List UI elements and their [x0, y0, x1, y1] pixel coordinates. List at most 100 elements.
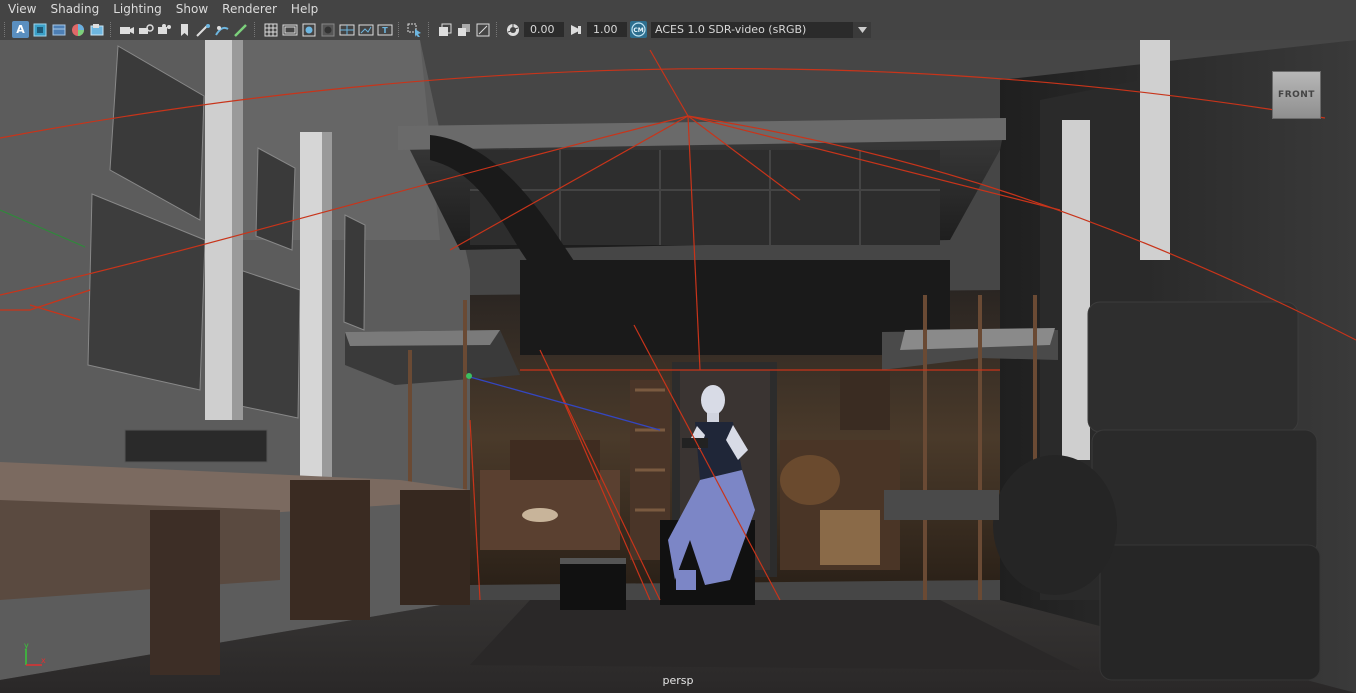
- table-leg: [290, 480, 370, 620]
- view-cube-face-label: FRONT: [1278, 90, 1315, 100]
- copy-viewport-button[interactable]: [455, 21, 472, 38]
- safe-action-icon: [358, 24, 373, 35]
- view-cube[interactable]: FRONT: [1272, 71, 1321, 119]
- menu-help[interactable]: Help: [284, 0, 325, 19]
- camera-attributes-icon: [33, 23, 46, 36]
- color-management-toggle[interactable]: CM: [630, 21, 647, 38]
- camera-view-button[interactable]: [118, 21, 135, 38]
- table-box: [124, 429, 268, 463]
- table-leg: [400, 490, 470, 605]
- camera-gate-icon: [157, 23, 171, 34]
- storage-case: [1087, 301, 1299, 433]
- menu-view[interactable]: View: [0, 0, 43, 19]
- film-gate-icon: [282, 24, 297, 35]
- menu-shading[interactable]: Shading: [43, 0, 106, 19]
- image-plane-button[interactable]: [69, 21, 86, 38]
- storage-case: [1099, 544, 1321, 681]
- gate-mask-icon: [321, 23, 334, 36]
- bookmark-flag-icon: [180, 23, 188, 36]
- color-management-icon: CM: [631, 22, 646, 37]
- 2d-pan-zoom-button[interactable]: [88, 21, 105, 38]
- copy-icon: [457, 23, 470, 36]
- storage-case: [1091, 429, 1318, 556]
- resolution-gate-button[interactable]: [300, 21, 317, 38]
- resolution-gate-camera-button[interactable]: [156, 21, 173, 38]
- view-transform-value: ACES 1.0 SDR-video (sRGB): [655, 22, 807, 36]
- film-gate-button[interactable]: [281, 21, 298, 38]
- paint-tool-button[interactable]: [232, 21, 249, 38]
- maya-viewport-window: View Shading Lighting Show Renderer Help…: [0, 0, 1356, 693]
- exposure-field[interactable]: 0.00: [524, 22, 564, 37]
- frame-selection-button[interactable]: [474, 21, 491, 38]
- film-camera-icon: [119, 26, 134, 34]
- menu-lighting[interactable]: Lighting: [106, 0, 169, 19]
- xray-selection-button[interactable]: [406, 21, 423, 38]
- scene-render: [0, 40, 1356, 693]
- image-plane-icon: [71, 23, 84, 36]
- camera-attributes-button[interactable]: [31, 21, 48, 38]
- camera-name-label: persp: [662, 674, 694, 687]
- stool: [560, 558, 626, 610]
- pillar: [1140, 40, 1170, 260]
- toolbar-separator: [110, 22, 113, 37]
- isolate-select-button[interactable]: [194, 21, 211, 38]
- chevron-down-icon: [853, 21, 871, 38]
- light-locator: [466, 373, 472, 379]
- camera-lock-icon: [138, 23, 154, 34]
- axis-y-label: y: [24, 641, 29, 650]
- layout-split-icon: [438, 23, 451, 36]
- 2d-pan-zoom-icon: [90, 23, 103, 35]
- viewport-layout-button[interactable]: [436, 21, 453, 38]
- select-cursor-icon: [407, 23, 421, 37]
- gate-mask-button[interactable]: [319, 21, 336, 38]
- bookmarks-button[interactable]: [50, 21, 67, 38]
- menu-renderer[interactable]: Renderer: [215, 0, 284, 19]
- stool-top: [560, 558, 626, 564]
- safe-title-letter: T: [382, 26, 388, 35]
- field-chart-icon: [339, 24, 354, 35]
- select-camera-button[interactable]: A: [12, 21, 29, 38]
- safe-title-button[interactable]: T: [376, 21, 393, 38]
- toolbar-separator: [496, 22, 499, 37]
- toolbar-separator: [4, 22, 7, 37]
- safe-action-button[interactable]: [357, 21, 374, 38]
- exposure-button[interactable]: [504, 21, 521, 38]
- bookmarks-icon: [52, 24, 65, 35]
- motion-trail-icon: [214, 25, 229, 36]
- toolbar-separator: [398, 22, 401, 37]
- menu-show[interactable]: Show: [169, 0, 215, 19]
- table-leg: [150, 510, 220, 675]
- motion-trail-button[interactable]: [213, 21, 230, 38]
- 3d-viewport[interactable]: FRONT y x persp: [0, 40, 1356, 693]
- paint-brush-icon: [233, 23, 247, 37]
- safe-title-icon: T: [377, 24, 392, 35]
- bunk-shelf-left-top: [345, 330, 500, 346]
- gamma-icon: [570, 24, 581, 35]
- toolbar-separator: [428, 22, 431, 37]
- right-counter: [884, 490, 999, 520]
- frame-icon: [476, 23, 489, 36]
- wall-panel: [235, 269, 301, 419]
- toolbar-separator: [254, 22, 257, 37]
- panel-menu-bar: View Shading Lighting Show Renderer Help: [0, 0, 1356, 19]
- gamma-button[interactable]: [567, 21, 584, 38]
- panel-toolbar: A T 0.00 1.00 CM ACES 1.0 SDR-video (sRG…: [0, 19, 1356, 40]
- wall-panel: [343, 214, 366, 331]
- tool-wand-icon: [195, 23, 210, 37]
- grid-icon: [264, 23, 277, 36]
- bookmark-flag-button[interactable]: [175, 21, 192, 38]
- camera-letter-icon: A: [16, 23, 25, 36]
- duffel-bag: [993, 455, 1117, 595]
- gamma-field[interactable]: 1.00: [587, 22, 627, 37]
- pillar: [1062, 120, 1090, 460]
- axis-gizmo: y x: [24, 641, 46, 666]
- exposure-aperture-icon: [506, 23, 519, 36]
- axis-x-label: x: [41, 656, 46, 665]
- color-management-label: CM: [633, 27, 643, 34]
- grid-toggle-button[interactable]: [262, 21, 279, 38]
- pillar-shadow: [232, 40, 243, 420]
- grease-pencil-button[interactable]: [137, 21, 154, 38]
- view-transform-dropdown[interactable]: ACES 1.0 SDR-video (sRGB): [651, 21, 871, 38]
- resolution-gate-icon: [302, 23, 315, 36]
- field-chart-button[interactable]: [338, 21, 355, 38]
